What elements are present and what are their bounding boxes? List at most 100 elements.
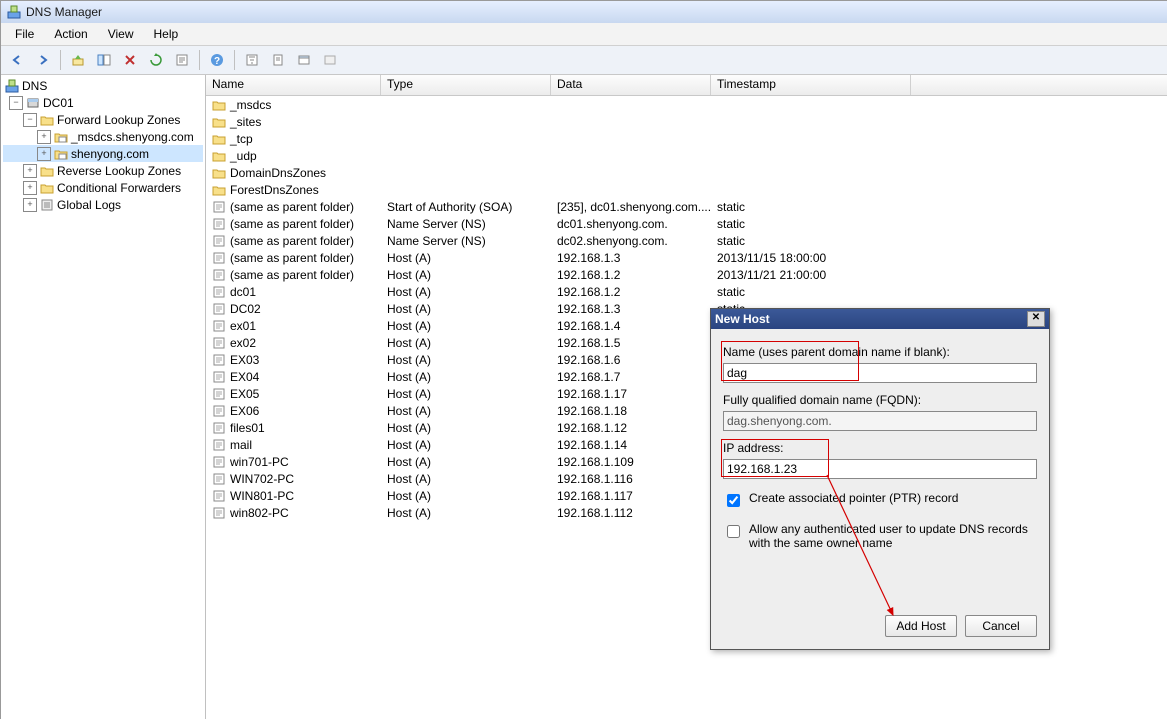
record-name: win802-PC bbox=[230, 506, 289, 520]
folder-icon bbox=[40, 164, 54, 178]
expand-icon[interactable]: + bbox=[23, 198, 37, 212]
expand-icon[interactable]: + bbox=[37, 147, 51, 161]
record-type: Name Server (NS) bbox=[381, 217, 551, 231]
export-button[interactable] bbox=[170, 48, 194, 72]
tree-global-logs[interactable]: + Global Logs bbox=[3, 196, 203, 213]
col-timestamp[interactable]: Timestamp bbox=[711, 75, 911, 95]
help-button[interactable]: ? bbox=[205, 48, 229, 72]
record-data: 192.168.1.109 bbox=[551, 455, 711, 469]
tree-label: shenyong.com bbox=[71, 147, 149, 161]
tree-server[interactable]: − DC01 bbox=[3, 94, 203, 111]
record-data: 192.168.1.3 bbox=[551, 251, 711, 265]
record-name: (same as parent folder) bbox=[230, 251, 354, 265]
record-type: Host (A) bbox=[381, 319, 551, 333]
ptr-checkbox[interactable] bbox=[727, 494, 740, 507]
record-icon bbox=[212, 472, 226, 486]
record-icon bbox=[212, 370, 226, 384]
menu-action[interactable]: Action bbox=[44, 25, 97, 43]
tree-reverse-zones[interactable]: + Reverse Lookup Zones bbox=[3, 162, 203, 179]
menu-help[interactable]: Help bbox=[144, 25, 189, 43]
expand-icon[interactable]: + bbox=[23, 181, 37, 195]
record-name: ex02 bbox=[230, 336, 256, 350]
tree-root-dns[interactable]: DNS bbox=[3, 77, 203, 94]
list-folder[interactable]: DomainDnsZones bbox=[206, 164, 1167, 181]
record-data: dc01.shenyong.com. bbox=[551, 217, 711, 231]
list-record[interactable]: (same as parent folder)Start of Authorit… bbox=[206, 198, 1167, 215]
record-name: EX04 bbox=[230, 370, 259, 384]
menu-view[interactable]: View bbox=[98, 25, 144, 43]
nav-back-button[interactable] bbox=[5, 48, 29, 72]
record-name: DC02 bbox=[230, 302, 261, 316]
record-name: EX03 bbox=[230, 353, 259, 367]
record-type: Host (A) bbox=[381, 489, 551, 503]
record-type: Host (A) bbox=[381, 506, 551, 520]
cancel-button[interactable]: Cancel bbox=[965, 615, 1037, 637]
record-data: 192.168.1.17 bbox=[551, 387, 711, 401]
name-input[interactable] bbox=[723, 363, 1037, 383]
refresh-button[interactable] bbox=[144, 48, 168, 72]
new-record-button[interactable] bbox=[266, 48, 290, 72]
show-hide-tree-button[interactable] bbox=[92, 48, 116, 72]
record-type: Start of Authority (SOA) bbox=[381, 200, 551, 214]
delete-button[interactable] bbox=[118, 48, 142, 72]
tree-zone-msdcs[interactable]: + _msdcs.shenyong.com bbox=[3, 128, 203, 145]
dns-root-icon bbox=[5, 79, 19, 93]
ip-label: IP address: bbox=[723, 441, 1037, 455]
tree-root-label: DNS bbox=[22, 79, 47, 93]
col-name[interactable]: Name bbox=[206, 75, 381, 95]
folder-name: _sites bbox=[230, 115, 261, 129]
allow-update-checkbox[interactable] bbox=[727, 525, 740, 538]
tree-zone-shenyong[interactable]: + shenyong.com bbox=[3, 145, 203, 162]
app-title: DNS Manager bbox=[26, 5, 102, 19]
up-button[interactable] bbox=[66, 48, 90, 72]
list-folder[interactable]: ForestDnsZones bbox=[206, 181, 1167, 198]
record-name: ex01 bbox=[230, 319, 256, 333]
record-name: (same as parent folder) bbox=[230, 217, 354, 231]
folder-icon bbox=[212, 132, 226, 146]
list-record[interactable]: (same as parent folder)Host (A)192.168.1… bbox=[206, 266, 1167, 283]
record-name: (same as parent folder) bbox=[230, 268, 354, 282]
dialog-titlebar[interactable]: New Host ✕ bbox=[711, 309, 1049, 329]
list-record[interactable]: (same as parent folder)Host (A)192.168.1… bbox=[206, 249, 1167, 266]
logs-icon bbox=[40, 198, 54, 212]
expand-icon[interactable]: + bbox=[23, 164, 37, 178]
tree-panel[interactable]: DNS − DC01 − Forward Lookup Zones + _msd… bbox=[1, 75, 206, 719]
server-icon bbox=[26, 96, 40, 110]
record-data: 192.168.1.5 bbox=[551, 336, 711, 350]
list-folder[interactable]: _sites bbox=[206, 113, 1167, 130]
app-icon bbox=[7, 5, 21, 19]
menu-file[interactable]: File bbox=[5, 25, 44, 43]
list-record[interactable]: dc01Host (A)192.168.1.2static bbox=[206, 283, 1167, 300]
close-icon[interactable]: ✕ bbox=[1027, 311, 1045, 327]
advanced-button[interactable] bbox=[318, 48, 342, 72]
expand-icon[interactable]: + bbox=[37, 130, 51, 144]
ip-input[interactable] bbox=[723, 459, 1037, 479]
tree-forward-zones[interactable]: − Forward Lookup Zones bbox=[3, 111, 203, 128]
list-record[interactable]: (same as parent folder)Name Server (NS)d… bbox=[206, 232, 1167, 249]
add-host-button[interactable]: Add Host bbox=[885, 615, 957, 637]
record-type: Host (A) bbox=[381, 268, 551, 282]
list-record[interactable]: (same as parent folder) Name Server (NS)d… bbox=[206, 215, 1167, 232]
col-type[interactable]: Type bbox=[381, 75, 551, 95]
record-name: files01 bbox=[230, 421, 265, 435]
record-type: Host (A) bbox=[381, 370, 551, 384]
filter-button[interactable] bbox=[240, 48, 264, 72]
properties-button[interactable] bbox=[292, 48, 316, 72]
tree-conditional-forwarders[interactable]: + Conditional Forwarders bbox=[3, 179, 203, 196]
dns-manager-window: DNS Manager File Action View Help ? DNS bbox=[0, 0, 1167, 719]
toolbar: ? bbox=[1, 46, 1167, 75]
folder-icon bbox=[212, 115, 226, 129]
menubar: File Action View Help bbox=[1, 23, 1167, 46]
tree-label: Reverse Lookup Zones bbox=[57, 164, 181, 178]
expand-icon[interactable]: − bbox=[9, 96, 23, 110]
expand-icon[interactable]: − bbox=[23, 113, 37, 127]
list-folder[interactable]: _tcp bbox=[206, 130, 1167, 147]
list-folder[interactable]: _msdcs bbox=[206, 96, 1167, 113]
record-type: Host (A) bbox=[381, 302, 551, 316]
nav-forward-button[interactable] bbox=[31, 48, 55, 72]
record-name: mail bbox=[230, 438, 252, 452]
col-data[interactable]: Data bbox=[551, 75, 711, 95]
record-timestamp: 2013/11/15 18:00:00 bbox=[711, 251, 911, 265]
list-folder[interactable]: _udp bbox=[206, 147, 1167, 164]
record-icon bbox=[212, 438, 226, 452]
